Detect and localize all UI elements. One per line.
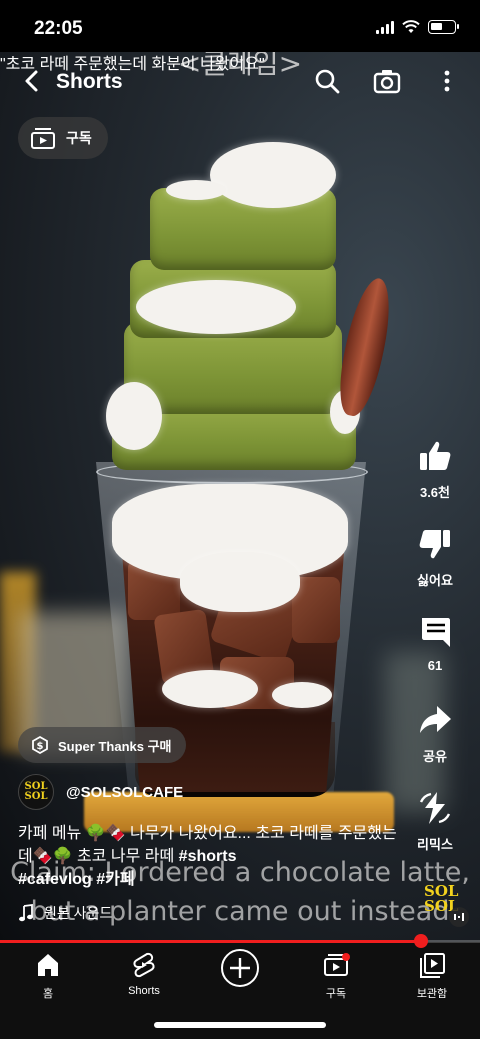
battery-icon [428,20,459,34]
camera-icon[interactable] [372,66,402,96]
wifi-icon [402,20,420,33]
cellular-signal-icon [376,20,394,34]
channel-handle[interactable]: @SOLSOLCAFE [66,784,183,801]
like-count: 3.6천 [419,485,451,500]
nav-home[interactable]: 홈 [0,951,96,1001]
status-time: 22:05 [34,18,83,39]
share-label: 공유 [423,749,447,764]
back-arrow-icon[interactable] [18,66,48,96]
super-thanks-button[interactable]: $ Super Thanks 구매 [18,727,186,763]
nav-library-label: 보관함 [416,988,448,1000]
library-icon [420,953,445,978]
progress-scrubber[interactable] [413,934,428,948]
comment-icon [422,618,450,647]
progress-fill [0,940,421,943]
channel-row: SOL SOL @SOLSOLCAFE [18,772,183,812]
svg-text:$: $ [37,741,44,752]
sound-link[interactable]: 원본 사운드 [18,903,112,923]
status-bar: 22:05 [0,0,480,52]
home-indicator [154,1022,326,1028]
status-icons [376,20,459,34]
subscriptions-chip-label: 구독 [66,130,92,146]
thumb-down-icon [419,530,450,559]
nav-create[interactable] [192,947,288,989]
super-thanks-icon: $ [32,735,48,755]
share-icon [420,706,451,733]
nav-subscriptions[interactable]: 구독 [288,951,384,1001]
more-vertical-icon[interactable] [432,66,462,96]
create-plus-icon [221,949,259,987]
dislike-label: 싫어요 [417,573,453,588]
video-description[interactable]: 카페 메뉴 🌳🍫 나무가 나왔어요... 초코 라떼를 주문했는데🍫🌳 초코 나… [18,822,408,891]
share-button[interactable]: 공유 [390,702,480,765]
playback-progress-bar[interactable] [0,934,480,948]
sound-thumbnail[interactable]: SOL SOL [420,880,470,932]
sound-label: 원본 사운드 [44,905,113,921]
nav-shorts[interactable]: Shorts [96,951,192,997]
comment-count: 61 [427,658,443,673]
thumb-up-icon [420,441,451,470]
like-button[interactable]: 3.6천 [390,438,480,501]
nav-subscriptions-label: 구독 [325,988,347,1000]
remix-icon [419,792,451,824]
top-bar: Shorts [0,52,480,112]
super-thanks-label: Super Thanks 구매 [58,738,172,754]
dislike-button[interactable]: 싫어요 [390,526,480,589]
nav-library[interactable]: 보관함 [384,951,480,1001]
search-icon[interactable] [312,66,342,96]
home-icon [38,954,58,976]
subscriptions-icon [324,953,350,976]
page-title: Shorts [56,70,123,93]
shorts-icon [133,952,155,978]
subscriptions-icon [31,128,55,149]
equalizer-icon [449,907,469,927]
nav-home-label: 홈 [42,988,54,1000]
hashtag-shorts[interactable]: #shorts [179,848,237,865]
hashtag-cafevlog[interactable]: #cafevlog #카페 [18,871,135,888]
subscriptions-chip[interactable]: 구독 [18,117,108,159]
music-note-icon [19,904,33,922]
comments-button[interactable]: 61 [390,614,480,673]
avatar[interactable]: SOL SOL [18,774,54,810]
nav-shorts-label: Shorts [128,985,160,997]
